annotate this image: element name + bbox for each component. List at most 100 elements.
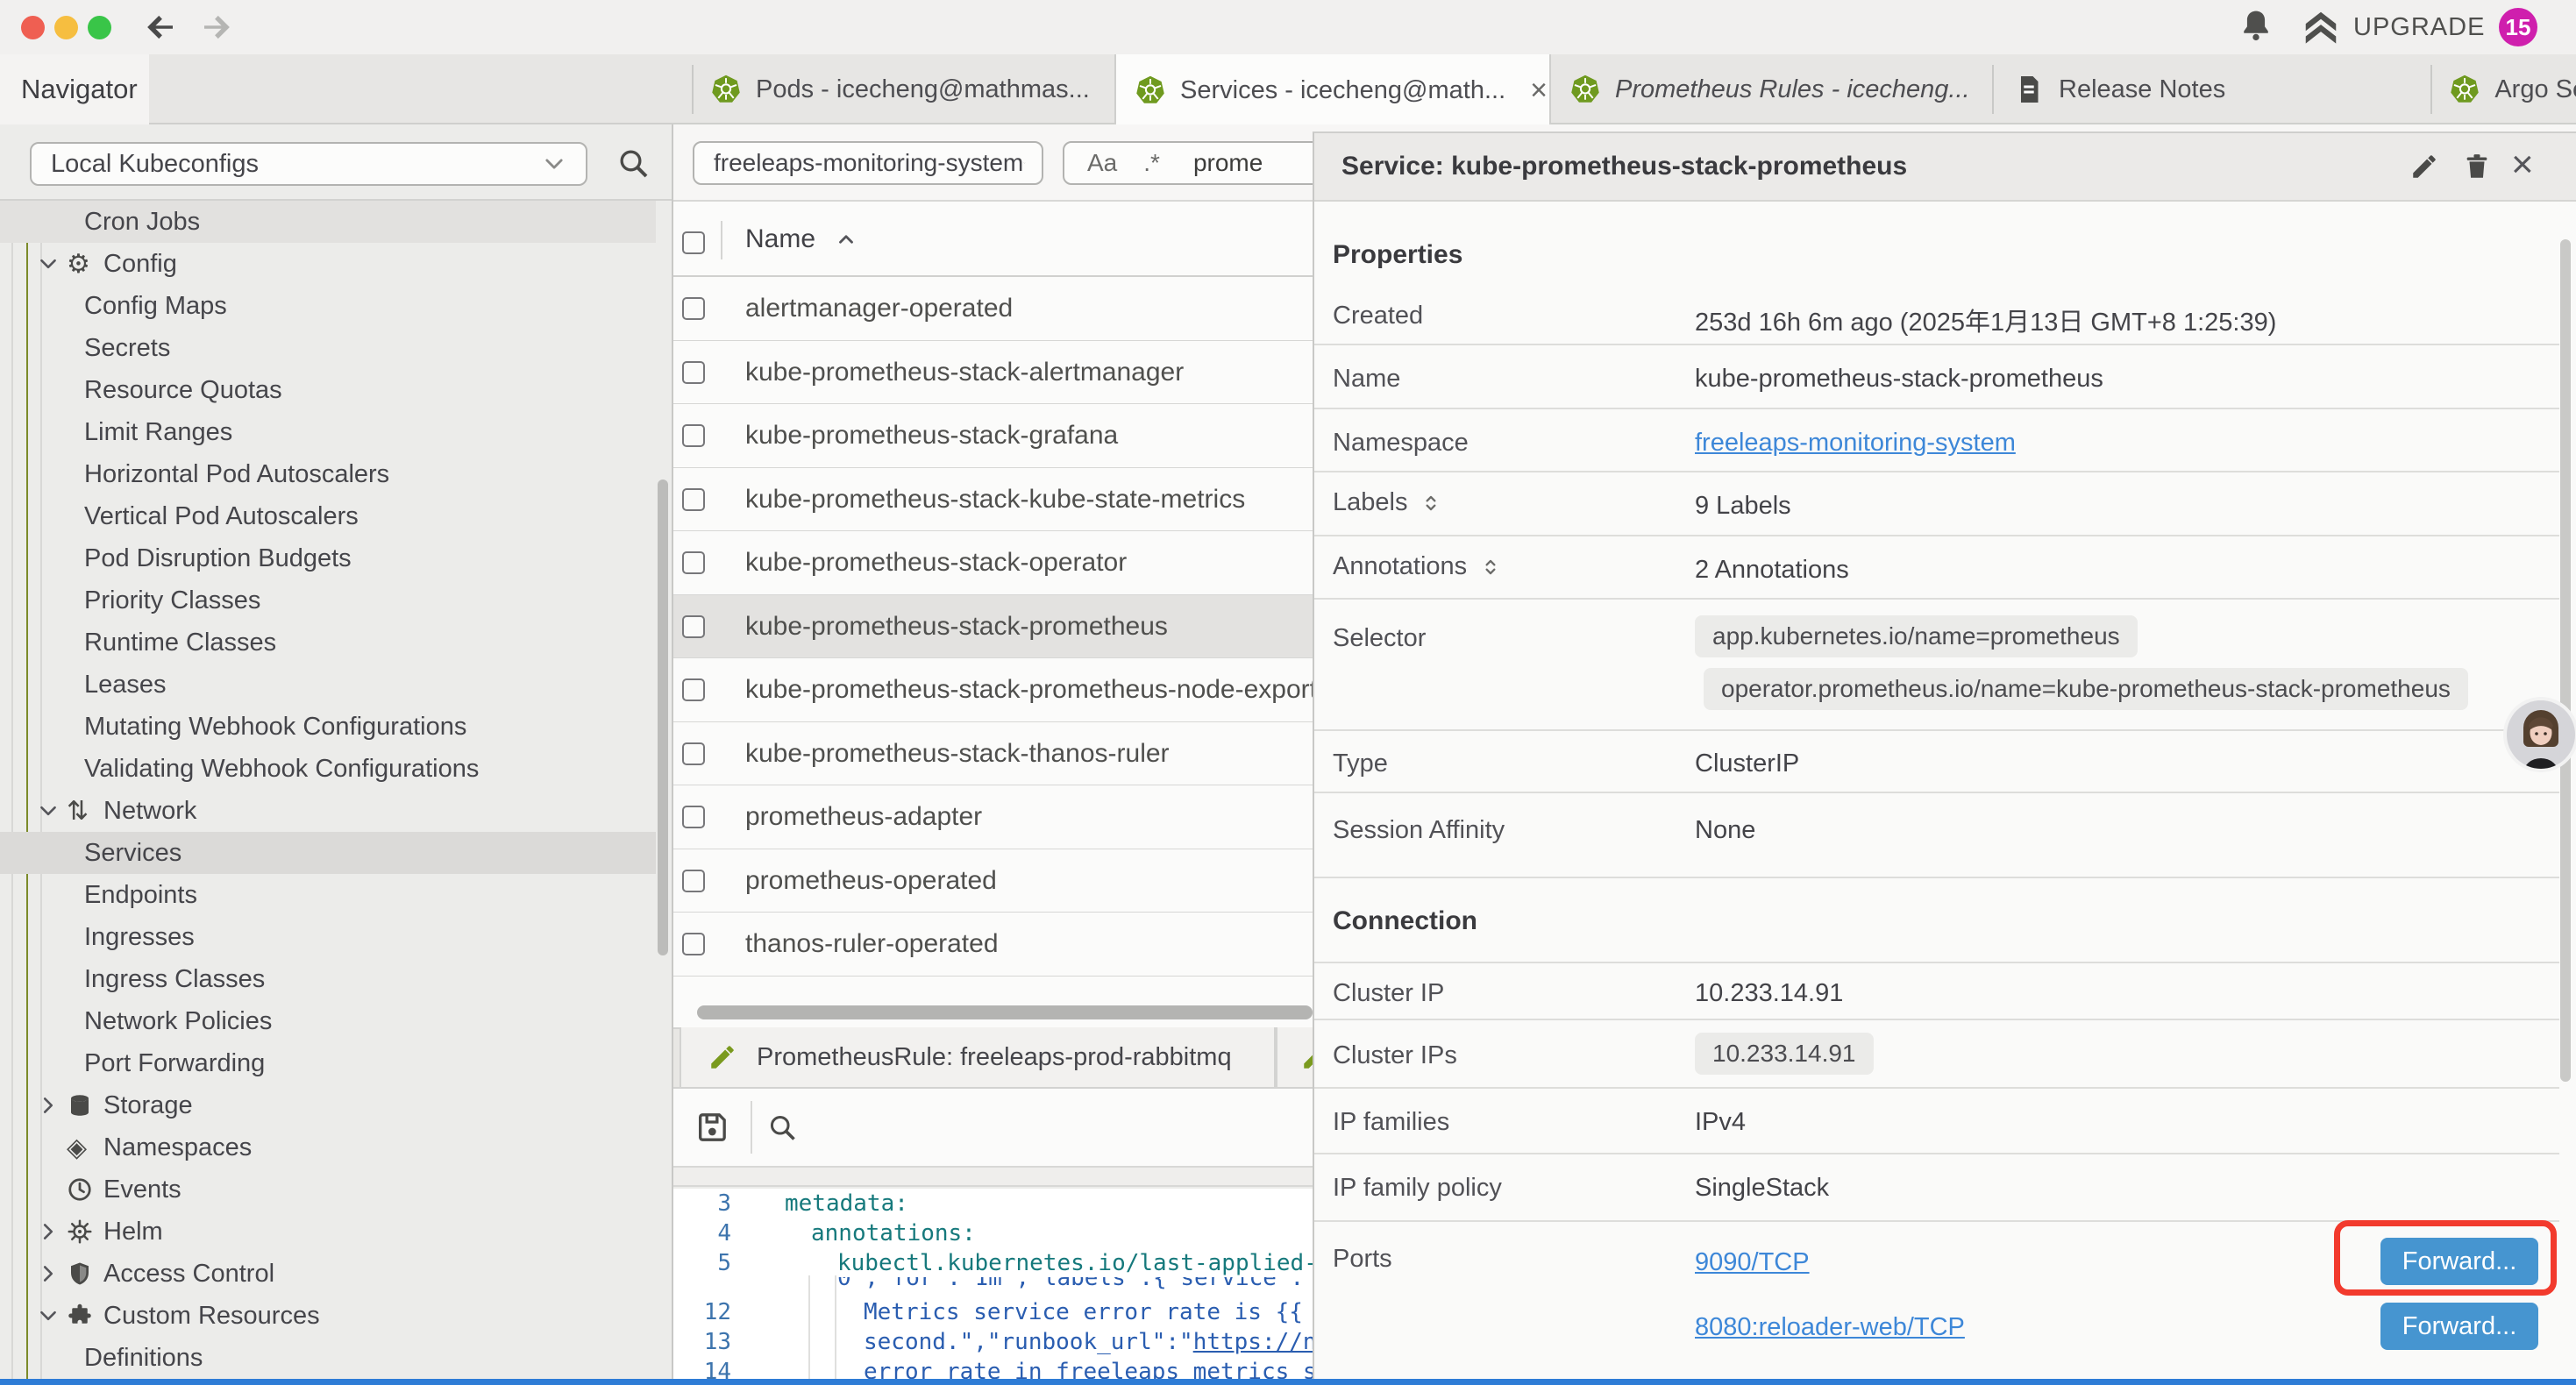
tree-chevron-icon[interactable] — [37, 463, 60, 486]
maximize-window-button[interactable] — [88, 16, 111, 39]
table-row[interactable]: prometheus-operated — [673, 849, 1313, 913]
sidebar-item[interactable]: ⇅ Network — [0, 790, 656, 832]
tree-chevron-icon[interactable] — [37, 715, 60, 738]
back-icon[interactable] — [142, 9, 179, 46]
name-column-header[interactable]: Name — [745, 202, 815, 277]
sort-toggle-icon[interactable] — [1420, 492, 1442, 515]
sidebar-item[interactable]: Config Maps — [0, 285, 656, 327]
table-row[interactable]: kube-prometheus-stack-operator — [673, 531, 1313, 595]
sidebar-item[interactable]: Horizontal Pod Autoscalers — [0, 453, 656, 495]
forward-button-8080[interactable]: Forward... — [2380, 1303, 2538, 1350]
tree-chevron-icon[interactable] — [37, 1094, 60, 1117]
sidebar-item[interactable]: Mutating Webhook Configurations — [0, 706, 656, 748]
sidebar-item[interactable]: Network Policies — [0, 1000, 656, 1042]
row-checkbox[interactable] — [682, 678, 705, 701]
delete-trash-icon[interactable] — [2462, 152, 2492, 181]
assistant-avatar[interactable] — [2502, 696, 2576, 773]
save-icon[interactable] — [694, 1110, 729, 1145]
tree-chevron-icon[interactable] — [37, 1136, 60, 1159]
row-checkbox[interactable] — [682, 361, 705, 384]
tree-chevron-icon[interactable] — [37, 631, 60, 654]
sort-toggle-icon[interactable] — [1479, 556, 1502, 579]
table-row[interactable]: kube-prometheus-stack-prometheus — [673, 595, 1313, 659]
sidebar-scrollbar[interactable] — [658, 479, 668, 955]
tree-chevron-icon[interactable] — [37, 421, 60, 444]
sidebar-search-icon[interactable] — [616, 146, 651, 181]
sidebar-item[interactable]: Vertical Pod Autoscalers — [0, 495, 656, 537]
close-tab-icon[interactable]: × — [1530, 74, 1548, 108]
sidebar-item[interactable]: Resource Quotas — [0, 369, 656, 411]
namespace-link[interactable]: freeleaps-monitoring-system — [1695, 429, 2016, 457]
table-row[interactable]: kube-prometheus-stack-grafana — [673, 404, 1313, 468]
sidebar-item[interactable]: Limit Ranges — [0, 411, 656, 453]
upgrade-button[interactable]: UPGRADE — [2353, 0, 2485, 54]
row-checkbox[interactable] — [682, 933, 705, 955]
sidebar-item[interactable]: Secrets — [0, 327, 656, 369]
table-row[interactable]: kube-prometheus-stack-thanos-ruler — [673, 722, 1313, 786]
tree-chevron-icon[interactable] — [37, 673, 60, 696]
tree-chevron-icon[interactable] — [37, 547, 60, 570]
upgrade-icon[interactable] — [2301, 7, 2341, 47]
sidebar-item[interactable]: Cron Jobs — [0, 201, 656, 243]
tree-chevron-icon[interactable] — [37, 1052, 60, 1075]
tree-chevron-icon[interactable] — [37, 1304, 60, 1327]
sidebar-item[interactable]: Events — [0, 1168, 656, 1211]
sidebar-item[interactable]: Pod Disruption Budgets — [0, 537, 656, 579]
sidebar-item[interactable]: Ingress Classes — [0, 958, 656, 1000]
row-checkbox[interactable] — [682, 424, 705, 447]
table-row[interactable]: thanos-ruler-operated — [673, 913, 1313, 977]
regex-toggle[interactable]: .* — [1143, 149, 1160, 177]
row-checkbox[interactable] — [682, 297, 705, 320]
tree-chevron-icon[interactable] — [37, 1346, 60, 1369]
row-checkbox[interactable] — [682, 806, 705, 828]
tree-chevron-icon[interactable] — [37, 884, 60, 906]
sort-ascending-icon[interactable] — [835, 228, 857, 251]
sidebar-item[interactable]: Services — [0, 832, 656, 874]
table-row[interactable]: kube-prometheus-stack-alertmanager — [673, 341, 1313, 405]
notifications-bell-icon[interactable] — [2237, 7, 2275, 46]
table-row[interactable]: alertmanager-operated — [673, 277, 1313, 341]
sidebar-item[interactable]: Priority Classes — [0, 579, 656, 621]
navigator-panel-tab[interactable]: Navigator — [0, 54, 149, 124]
tree-chevron-icon[interactable] — [37, 379, 60, 401]
sidebar-item[interactable]: Port Forwarding — [0, 1042, 656, 1084]
port-link-9090[interactable]: 9090/TCP — [1695, 1248, 1810, 1276]
tree-chevron-icon[interactable] — [37, 926, 60, 948]
sidebar-item[interactable]: ⚙ Config — [0, 243, 656, 285]
code-url-link[interactable]: https://netw — [1193, 1329, 1313, 1355]
tree-chevron-icon[interactable] — [37, 1220, 60, 1243]
tab-release-notes[interactable]: Release Notes — [1993, 54, 2431, 124]
edit-pencil-icon[interactable] — [2409, 152, 2439, 181]
port-link-8080[interactable]: 8080:reloader-web/TCP — [1695, 1313, 1965, 1341]
tab-services[interactable]: Services - icecheng@math... × — [1114, 54, 1551, 126]
table-row[interactable]: kube-prometheus-stack-prometheus-node-ex… — [673, 658, 1313, 722]
sidebar-item[interactable]: Endpoints — [0, 874, 656, 916]
tree-chevron-icon[interactable] — [37, 1178, 60, 1201]
sidebar-item[interactable]: Runtime Classes — [0, 621, 656, 664]
tree-chevron-icon[interactable] — [37, 799, 60, 822]
tab-pods[interactable]: Pods - icecheng@mathmas... — [693, 54, 1114, 124]
forward-icon[interactable] — [198, 9, 235, 46]
sidebar-item[interactable]: Ingresses — [0, 916, 656, 958]
sidebar-item[interactable]: ◈ Namespaces — [0, 1126, 656, 1168]
tree-chevron-icon[interactable] — [37, 337, 60, 359]
tree-chevron-icon[interactable] — [37, 505, 60, 528]
minimize-window-button[interactable] — [54, 16, 78, 39]
tab-argo[interactable]: Argo Se — [2431, 54, 2576, 124]
table-row[interactable]: prometheus-adapter — [673, 785, 1313, 849]
tree-chevron-icon[interactable] — [37, 842, 60, 864]
row-checkbox[interactable] — [682, 488, 705, 511]
tree-chevron-icon[interactable] — [37, 1010, 60, 1033]
editor-tab-prometheusrule[interactable]: PrometheusRule: freeleaps-prod-rabbitmq — [680, 1027, 1276, 1087]
tree-chevron-icon[interactable] — [37, 1262, 60, 1285]
tab-prometheus-rules[interactable]: Prometheus Rules - icecheng... — [1551, 54, 1993, 124]
horizontal-scrollbar[interactable] — [697, 1005, 1313, 1019]
sidebar-item[interactable]: Custom Resources — [0, 1295, 656, 1337]
sidebar-item[interactable]: Storage — [0, 1084, 656, 1126]
close-window-button[interactable] — [21, 16, 45, 39]
sidebar-item[interactable]: Leases — [0, 664, 656, 706]
yaml-editor[interactable]: 3 metadata: 4 annotations: 5 kubectl.kub… — [673, 1189, 1313, 1379]
row-checkbox[interactable] — [682, 551, 705, 574]
table-row[interactable]: kube-prometheus-stack-kube-state-metrics — [673, 468, 1313, 532]
row-checkbox[interactable] — [682, 615, 705, 638]
